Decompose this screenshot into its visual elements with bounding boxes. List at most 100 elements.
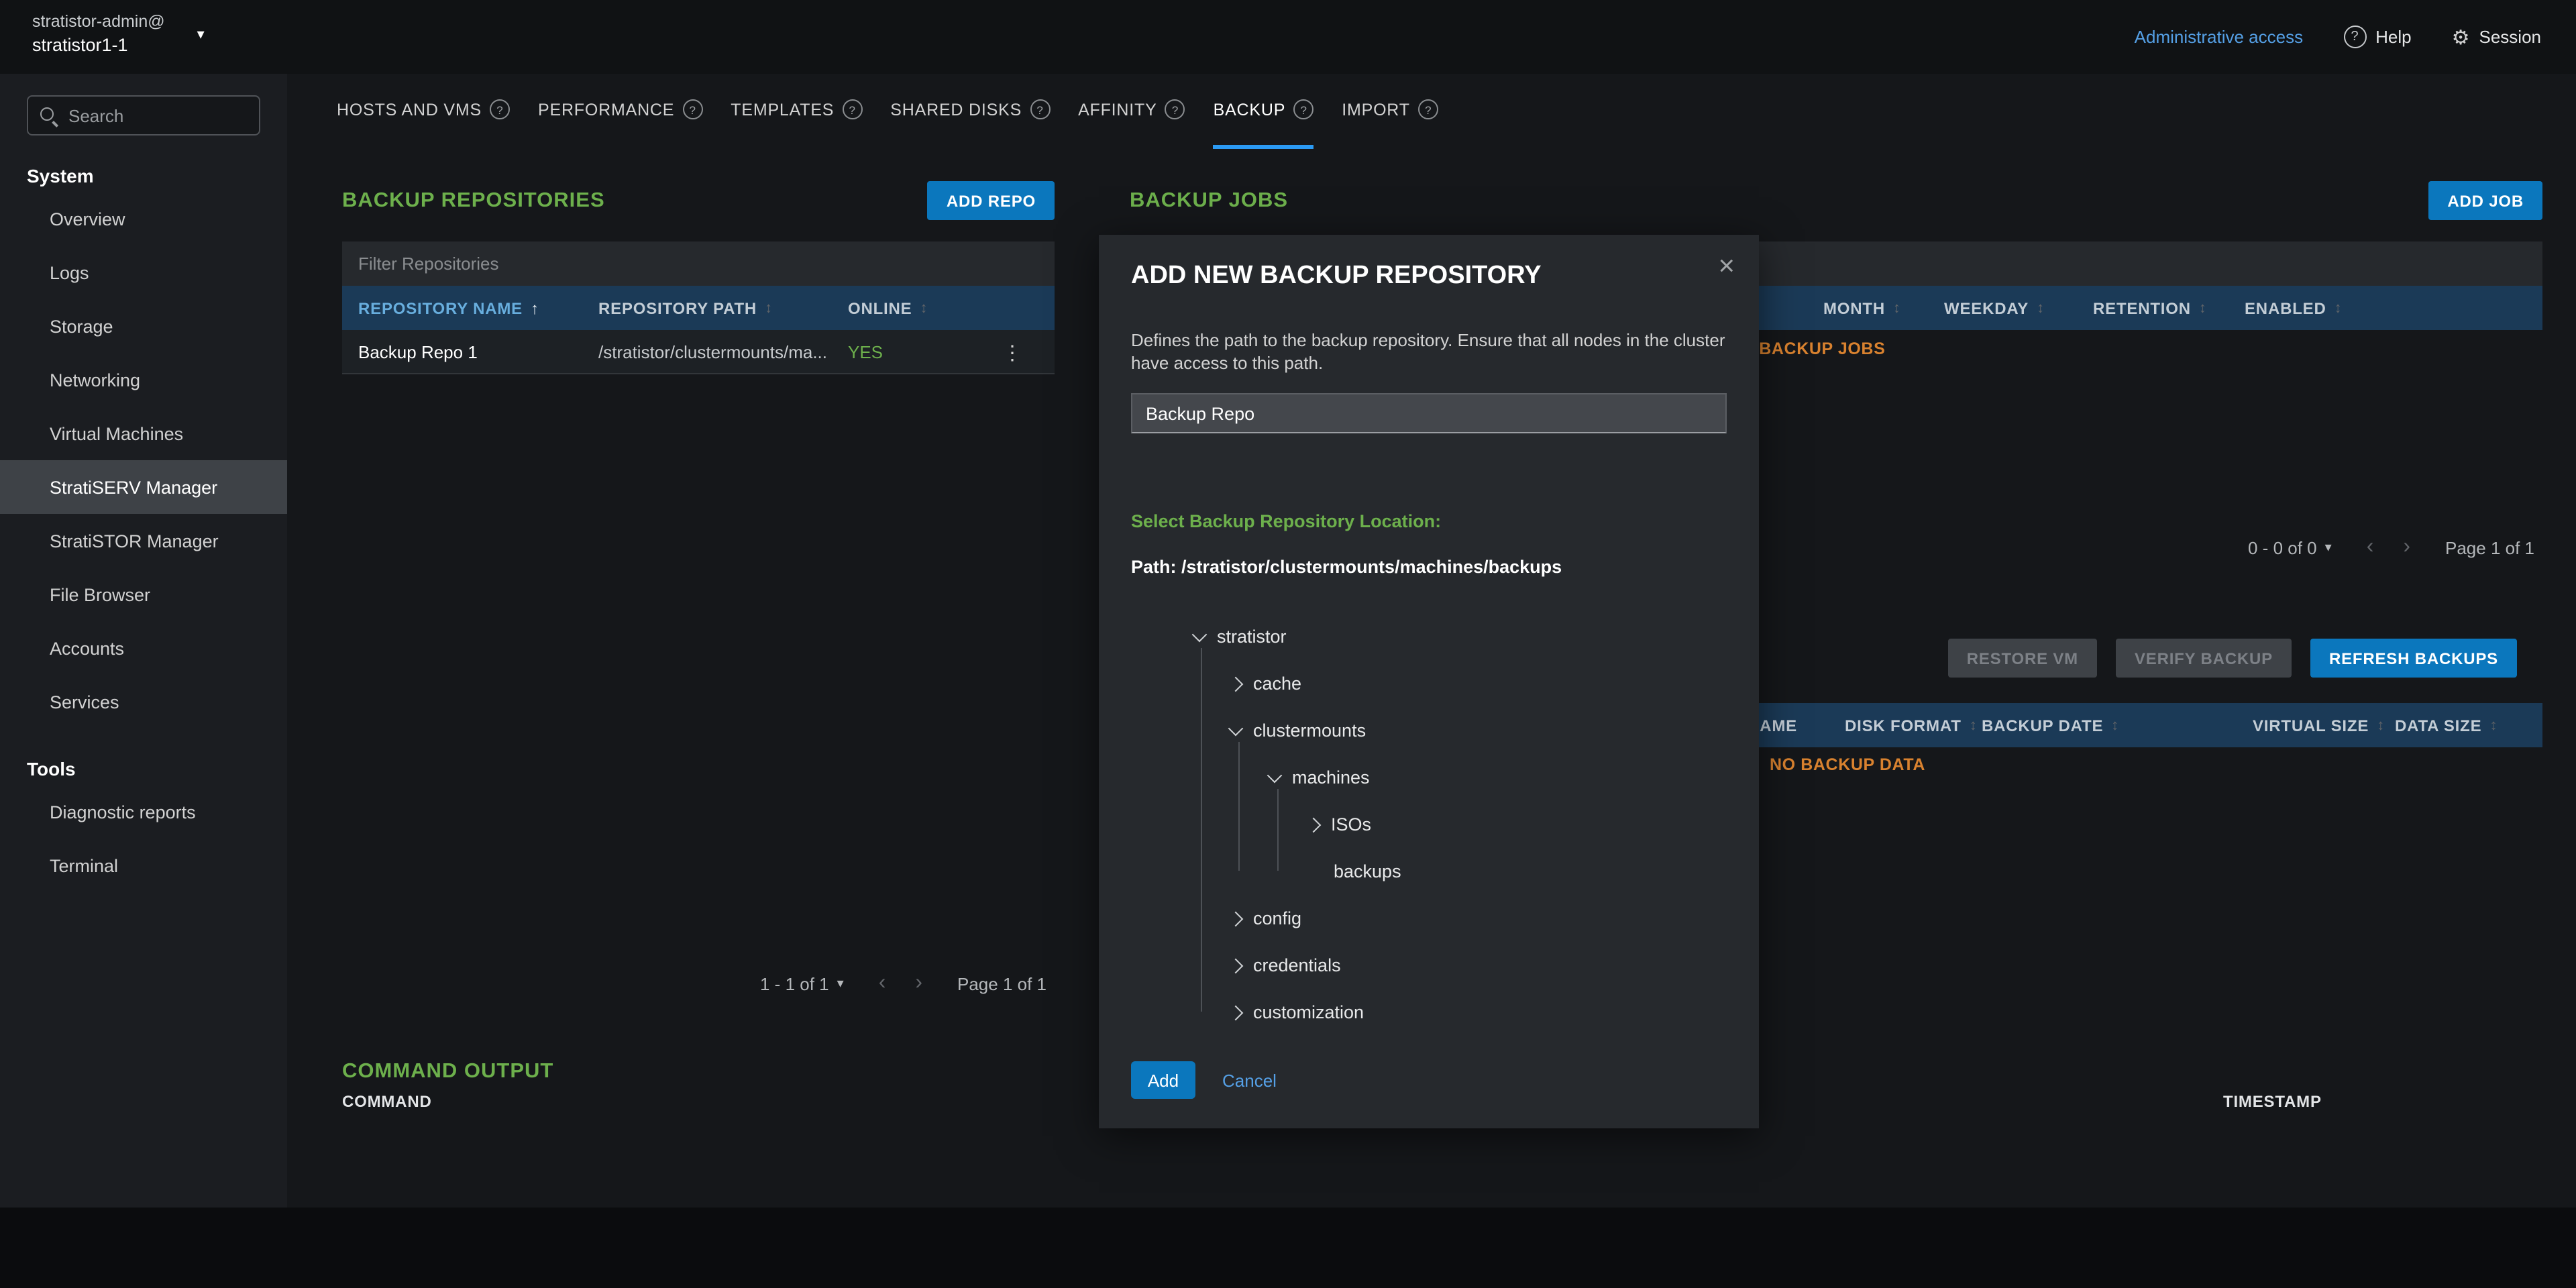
chevron-down-icon[interactable] (1267, 768, 1283, 784)
sidebar: System Overview Logs Storage Networking … (0, 74, 287, 1208)
next-page-icon[interactable]: › (915, 971, 922, 996)
column-month[interactable]: MONTH ↕ (1823, 286, 1901, 330)
administrative-access-link[interactable]: Administrative access (2135, 27, 2303, 47)
tree-item-label: stratistor (1217, 627, 1287, 647)
info-icon[interactable]: ? (490, 99, 510, 119)
modal-actions: Add Cancel (1131, 1061, 1277, 1099)
previous-page-icon[interactable]: ‹ (2367, 535, 2374, 559)
tab-label: TEMPLATES (731, 100, 834, 119)
sidebar-item-services[interactable]: Services (0, 675, 287, 729)
tree-item-backups[interactable]: backups (1334, 848, 1401, 895)
tree-item-credentials[interactable]: credentials (1230, 942, 1341, 989)
sidebar-item-storage[interactable]: Storage (0, 299, 287, 353)
sidebar-item-logs[interactable]: Logs (0, 246, 287, 299)
tab-affinity[interactable]: AFFINITY ? (1078, 74, 1185, 149)
column-repository-path[interactable]: REPOSITORY PATH ↕ (598, 286, 773, 330)
tree-item-stratistor[interactable]: stratistor (1194, 613, 1287, 660)
help-icon: ? (2343, 25, 2366, 48)
sidebar-item-overview[interactable]: Overview (0, 192, 287, 246)
sidebar-item-file-browser[interactable]: File Browser (0, 568, 287, 621)
info-icon[interactable]: ? (842, 99, 862, 119)
chevron-down-icon[interactable] (1228, 721, 1244, 737)
column-virtual-size[interactable]: VIRTUAL SIZE ↕ (2253, 703, 2385, 747)
restore-vm-button[interactable]: RESTORE VM (1948, 639, 2097, 678)
tab-import[interactable]: IMPORT ? (1342, 74, 1438, 149)
sidebar-item-networking[interactable]: Networking (0, 353, 287, 407)
column-disk-format[interactable]: DISK FORMAT ↕ (1845, 703, 1978, 747)
refresh-backups-button[interactable]: REFRESH BACKUPS (2310, 639, 2517, 678)
sidebar-item-terminal[interactable]: Terminal (0, 839, 287, 892)
add-button[interactable]: Add (1131, 1061, 1195, 1099)
tree-item-customization[interactable]: customization (1230, 989, 1364, 1036)
caret-down-icon[interactable]: ▾ (837, 976, 844, 991)
add-job-button[interactable]: ADD JOB (2428, 181, 2542, 220)
next-page-icon[interactable]: › (2403, 535, 2410, 559)
session-menu[interactable]: ⚙ Session (2452, 25, 2541, 49)
sidebar-item-stratiserv-manager[interactable]: StratiSERV Manager (0, 460, 287, 514)
close-icon[interactable]: × (1718, 251, 1735, 283)
verify-backup-button[interactable]: VERIFY BACKUP (2116, 639, 2292, 678)
tab-hosts-and-vms[interactable]: HOSTS AND VMS ? (337, 74, 510, 149)
backup-repositories-panel: BACKUP REPOSITORIES ADD REPO REPOSITORY … (342, 181, 1055, 1013)
tree-item-config[interactable]: config (1230, 895, 1301, 942)
search-input[interactable] (27, 95, 260, 136)
info-icon[interactable]: ? (1418, 99, 1438, 119)
column-data-size[interactable]: DATA SIZE ↕ (2395, 703, 2498, 747)
column-label: BACKUP DATE (1982, 716, 2103, 735)
panel-title: BACKUP JOBS (1130, 189, 1288, 213)
info-icon[interactable]: ? (1293, 99, 1313, 119)
tree-item-machines[interactable]: machines (1269, 754, 1370, 801)
info-icon[interactable]: ? (682, 99, 702, 119)
chevron-right-icon[interactable] (1228, 911, 1244, 926)
column-enabled[interactable]: ENABLED ↕ (2245, 286, 2342, 330)
user-menu[interactable]: stratistor-admin@ stratistor1-1 ▾ (32, 12, 205, 55)
pagination-page: Page 1 of 1 (957, 973, 1046, 994)
tab-backup[interactable]: BACKUP ? (1214, 74, 1314, 149)
chevron-right-icon[interactable] (1228, 958, 1244, 973)
column-retention[interactable]: RETENTION ↕ (2093, 286, 2207, 330)
kebab-menu-icon[interactable]: ⋮ (1002, 330, 1022, 374)
previous-page-icon[interactable]: ‹ (879, 971, 886, 996)
chevron-down-icon[interactable] (1192, 627, 1208, 643)
sidebar-item-virtual-machines[interactable]: Virtual Machines (0, 407, 287, 460)
backups-empty-state: NO BACKUP DATA (1770, 755, 1925, 774)
column-online[interactable]: ONLINE ↕ (848, 286, 928, 330)
cancel-button[interactable]: Cancel (1222, 1070, 1277, 1090)
caret-down-icon[interactable]: ▾ (2325, 540, 2332, 555)
add-repo-button[interactable]: ADD REPO (928, 181, 1055, 220)
tab-performance[interactable]: PERFORMANCE ? (538, 74, 702, 149)
tree-item-cache[interactable]: cache (1230, 660, 1301, 707)
column-backup-date[interactable]: BACKUP DATE ↕ (1982, 703, 2119, 747)
username: stratistor-admin@ (32, 12, 165, 31)
column-repository-name[interactable]: REPOSITORY NAME ↑ (358, 286, 539, 330)
search-icon (40, 107, 54, 121)
info-glyph: ? (496, 103, 502, 116)
column-label: MONTH (1823, 299, 1885, 317)
tree-item-label: credentials (1253, 955, 1341, 975)
repo-table-row[interactable]: Backup Repo 1 /stratistor/clustermounts/… (342, 330, 1055, 374)
help-menu[interactable]: ? Help (2343, 25, 2412, 48)
add-backup-repository-modal: ADD NEW BACKUP REPOSITORY × Defines the … (1099, 235, 1759, 1128)
tree-item-clustermounts[interactable]: clustermounts (1230, 707, 1366, 754)
sort-icon: ↕ (920, 300, 928, 316)
sort-icon: ↕ (1970, 717, 1978, 733)
repo-filter-input[interactable] (342, 241, 1055, 286)
repo-online-cell: YES (848, 330, 883, 374)
tab-shared-disks[interactable]: SHARED DISKS ? (890, 74, 1050, 149)
chevron-right-icon[interactable] (1228, 676, 1244, 692)
sidebar-item-diagnostic-reports[interactable]: Diagnostic reports (0, 785, 287, 839)
pagination-range: 0 - 0 of 0 (2248, 537, 2317, 557)
info-icon[interactable]: ? (1165, 99, 1185, 119)
column-weekday[interactable]: WEEKDAY ↕ (1944, 286, 2045, 330)
tree-item-isos[interactable]: ISOs (1308, 801, 1371, 848)
chevron-right-icon[interactable] (1306, 817, 1322, 833)
tab-label: PERFORMANCE (538, 100, 674, 119)
sidebar-item-stratistor-manager[interactable]: StratiSTOR Manager (0, 514, 287, 568)
chevron-right-icon[interactable] (1228, 1005, 1244, 1020)
repository-name-input[interactable] (1131, 393, 1727, 433)
info-icon[interactable]: ? (1030, 99, 1050, 119)
sidebar-item-accounts[interactable]: Accounts (0, 621, 287, 675)
tree-guide-line (1277, 789, 1279, 871)
sidebar-nav-tools: Diagnostic reports Terminal (0, 785, 287, 892)
tab-templates[interactable]: TEMPLATES ? (731, 74, 862, 149)
